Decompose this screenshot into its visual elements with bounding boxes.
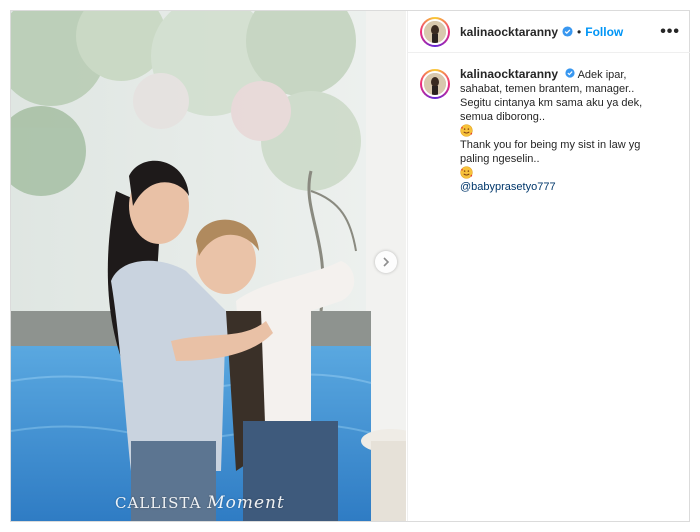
avatar[interactable]: [420, 16, 450, 47]
caption-line-5: Thank you for being my sist in law yg: [460, 139, 641, 151]
avatar-image: [424, 20, 446, 43]
photo-watermark: CALLISTA Moment: [115, 493, 285, 513]
caption-username[interactable]: kalinaocktaranny: [460, 67, 558, 81]
caption-line-2: sahabat, temen brantem, manager..: [460, 83, 635, 95]
post-header: kalinaocktaranny • Follow •••: [408, 11, 690, 53]
smiling-face-with-hearts-icon: [460, 124, 670, 138]
caption-avatar[interactable]: [420, 69, 450, 99]
caption-line-6: paling ngeselin..: [460, 153, 540, 165]
separator-dot: •: [577, 24, 582, 39]
avatar-image: [424, 73, 446, 95]
caption-text: kalinaocktaranny Adek ipar, sahabat, tem…: [460, 67, 670, 194]
mention-link[interactable]: @babyprasetyo777: [460, 180, 670, 194]
post-photo[interactable]: CALLISTA Moment: [11, 11, 406, 521]
follow-button[interactable]: Follow: [585, 25, 623, 39]
next-image-button[interactable]: [375, 251, 397, 273]
instagram-post-card: CALLISTA Moment kalinaocktaranny • Follo…: [10, 10, 690, 522]
caption-line-3: Segitu cintanya km sama aku ya dek,: [460, 97, 643, 109]
verified-badge-icon: [565, 68, 575, 78]
caption-line-1: Adek ipar,: [577, 69, 627, 81]
chevron-right-icon: [383, 257, 390, 267]
smiling-face-with-hearts-icon: [460, 166, 670, 180]
caption-block: kalinaocktaranny Adek ipar, sahabat, tem…: [408, 53, 690, 194]
caption-line-4: semua diborong..: [460, 111, 545, 123]
watermark-script-text: Moment: [207, 493, 285, 513]
verified-badge-icon: [562, 26, 573, 37]
header-username[interactable]: kalinaocktaranny: [460, 25, 558, 39]
post-side-panel: kalinaocktaranny • Follow ••• kalinaockt…: [407, 11, 690, 521]
more-options-button[interactable]: •••: [660, 23, 680, 41]
photo-illustration: [11, 11, 406, 521]
watermark-main-text: CALLISTA: [115, 494, 202, 512]
